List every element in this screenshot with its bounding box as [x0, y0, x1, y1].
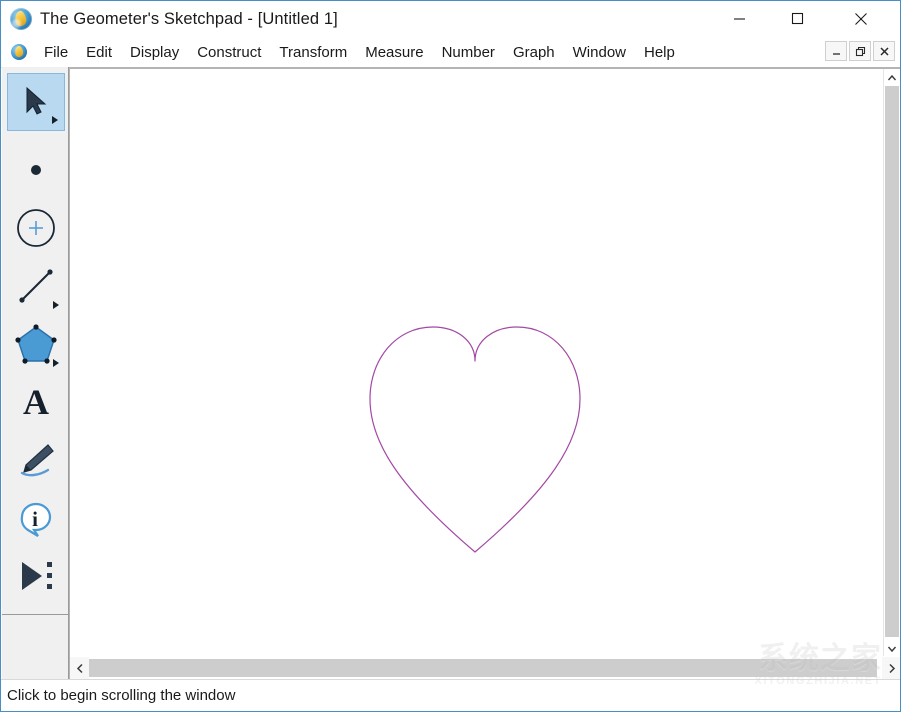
- menu-item-construct[interactable]: Construct: [188, 41, 270, 64]
- line-segment-icon: [15, 265, 57, 307]
- title-bar: The Geometer's Sketchpad - [Untitled 1]: [1, 1, 900, 37]
- application-window: The Geometer's Sketchpad - [Untitled 1] …: [0, 0, 901, 712]
- minimize-icon[interactable]: [716, 1, 762, 36]
- pen-marker-icon: [15, 440, 57, 480]
- horizontal-scrollbar[interactable]: [70, 656, 901, 680]
- point-tool[interactable]: [7, 141, 65, 199]
- info-bubble-icon: i: [15, 497, 57, 539]
- mdi-restore-icon[interactable]: [849, 41, 871, 61]
- information-tool[interactable]: i: [7, 489, 65, 547]
- sketch-canvas[interactable]: [71, 69, 885, 657]
- menu-item-display[interactable]: Display: [121, 41, 188, 64]
- vertical-scrollbar-thumb[interactable]: [885, 86, 899, 637]
- polygon-tool-flyout-icon[interactable]: [53, 359, 59, 367]
- toolbox-status-panel: [2, 614, 69, 680]
- arrow-cursor-icon: [19, 84, 53, 120]
- menu-item-file[interactable]: File: [35, 41, 77, 64]
- menu-item-measure[interactable]: Measure: [356, 41, 432, 64]
- chevron-right-icon[interactable]: [882, 657, 901, 679]
- window-title: The Geometer's Sketchpad - [Untitled 1]: [40, 10, 338, 29]
- status-bar: Click to begin scrolling the window: [1, 679, 900, 711]
- arrow-select-tool[interactable]: [7, 73, 65, 131]
- marker-tool[interactable]: [7, 431, 65, 489]
- arrow-tool-flyout-icon[interactable]: [52, 116, 58, 124]
- heart-curve: [71, 69, 885, 657]
- pentagon-icon: [14, 322, 58, 366]
- menu-bar: File Edit Display Construct Transform Me…: [1, 37, 900, 68]
- menu-item-help[interactable]: Help: [635, 41, 684, 64]
- chevron-up-icon[interactable]: [884, 69, 900, 86]
- mdi-close-icon[interactable]: [873, 41, 895, 61]
- document-area: [69, 67, 900, 680]
- horizontal-scrollbar-thumb[interactable]: [89, 659, 877, 677]
- letter-a-icon: A: [16, 382, 56, 422]
- straightedge-tool-flyout-icon[interactable]: [53, 301, 59, 309]
- toolbox: A i: [2, 67, 69, 680]
- svg-text:i: i: [32, 507, 38, 531]
- vertical-scrollbar[interactable]: [883, 69, 900, 657]
- status-message: Click to begin scrolling the window: [7, 687, 235, 704]
- svg-text:A: A: [23, 382, 49, 422]
- menu-item-number[interactable]: Number: [433, 41, 504, 64]
- custom-tool[interactable]: [7, 547, 65, 605]
- point-dot-icon: [26, 160, 46, 180]
- straightedge-tool[interactable]: [7, 257, 65, 315]
- menu-item-window[interactable]: Window: [564, 41, 635, 64]
- menu-item-graph[interactable]: Graph: [504, 41, 564, 64]
- compass-tool[interactable]: [7, 199, 65, 257]
- play-menu-icon: [16, 558, 56, 594]
- mdi-minimize-icon[interactable]: [825, 41, 847, 61]
- polygon-tool[interactable]: [7, 315, 65, 373]
- circle-plus-icon: [15, 207, 57, 249]
- chevron-left-icon[interactable]: [70, 657, 89, 679]
- maximize-icon[interactable]: [774, 1, 820, 36]
- menu-item-edit[interactable]: Edit: [77, 41, 121, 64]
- menu-item-transform[interactable]: Transform: [270, 41, 356, 64]
- text-tool[interactable]: A: [7, 373, 65, 431]
- sketchpad-globe-icon: [10, 8, 32, 30]
- document-globe-icon[interactable]: [11, 44, 27, 60]
- close-icon[interactable]: [838, 1, 884, 36]
- chevron-down-icon[interactable]: [884, 640, 900, 657]
